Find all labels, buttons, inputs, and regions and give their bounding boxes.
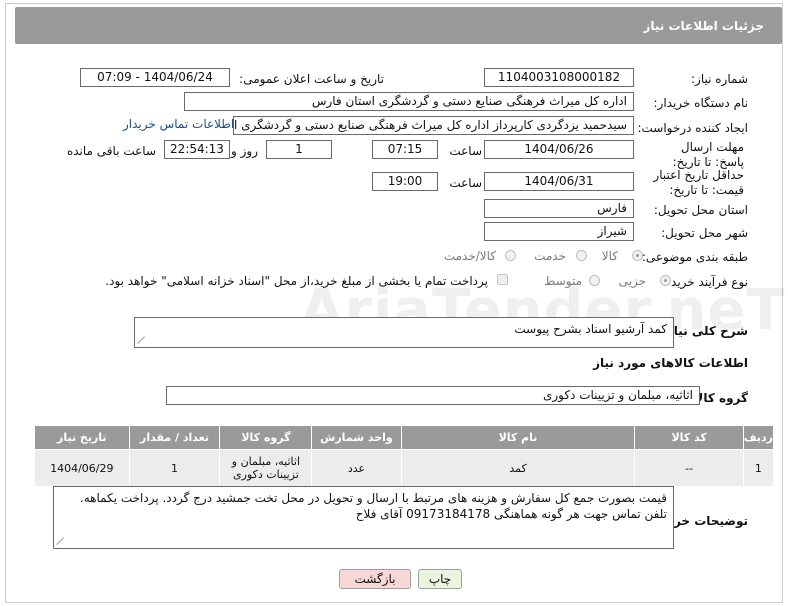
remaining-label: ساعت باقی مانده (66, 144, 156, 158)
price-date-field: 1404/06/31 (484, 172, 634, 191)
process-radio-medium[interactable] (589, 275, 600, 286)
category-option-service: خدمت (534, 249, 566, 263)
cell-qty: 1 (128, 449, 221, 487)
cell-code: -- (634, 449, 744, 487)
announce-field: 1404/06/24 - 07:09 (80, 68, 230, 87)
category-label: طبقه بندی موضوعی: (641, 250, 748, 264)
days-label: روز و (231, 144, 258, 158)
goods-group-field: اثاثیه، مبلمان و تزیینات دکوری (166, 386, 700, 405)
back-button[interactable]: بازگشت (339, 569, 411, 589)
announce-label: تاریخ و ساعت اعلان عمومی: (239, 72, 384, 86)
cell-row: 1 (742, 449, 775, 487)
resize-handle-icon[interactable] (57, 537, 65, 545)
reply-time-label: ساعت (449, 144, 482, 158)
category-radio-service[interactable] (576, 250, 587, 261)
price-time-label: ساعت (449, 176, 482, 190)
table-header-row: ردیف کد کالا نام کالا واحد شمارش گروه کا… (34, 425, 775, 450)
category-option-goods: کالا (601, 249, 618, 263)
price-validity-label: حداقل تاریخ اعتبار قیمت: تا تاریخ: (653, 168, 744, 197)
need-number-label: شماره نیاز: (691, 72, 748, 86)
cell-date: 1404/06/29 (34, 449, 130, 487)
description-label: شرح کلی نیاز: (662, 324, 748, 338)
city-field: شیراز (484, 222, 634, 241)
treasury-checkbox[interactable] (497, 274, 508, 285)
reply-deadline-label: مهلت ارسال پاسخ: تا تاریخ: (672, 140, 744, 169)
price-time-field: 19:00 (372, 172, 438, 191)
col-row-header: ردیف (742, 425, 775, 450)
table-row: 1 -- کمد عدد اثاثیه، مبلمان و تزیینات دک… (34, 449, 775, 487)
creator-label: ایجاد کننده درخواست: (637, 121, 748, 135)
category-option-goods-service: کالا/خدمت (443, 249, 496, 263)
col-date-header: تاریخ نیاز (34, 425, 130, 450)
cell-group: اثاثیه، مبلمان و تزیینات دکوری (219, 449, 313, 487)
province-label: استان محل تحویل: (653, 203, 748, 217)
reply-date-field: 1404/06/26 (484, 140, 634, 159)
category-radio-goods[interactable] (632, 250, 643, 261)
process-radio-minor[interactable] (660, 275, 671, 286)
col-code-header: کد کالا (634, 425, 744, 450)
col-name-header: نام کالا (400, 425, 636, 450)
creator-field: سیدحمید یزدگردی کارپرداز اداره کل میراث … (233, 116, 634, 135)
process-label: نوع فرآیند خرید : (663, 275, 748, 289)
col-group-header: گروه کالا (219, 425, 313, 450)
page-header: جزئیات اطلاعات نیاز (15, 7, 782, 44)
buyer-contact-link[interactable]: اطلاعات تماس خریدار (123, 117, 234, 131)
category-radio-goods-service[interactable] (505, 250, 516, 261)
city-label: شهر محل تحویل: (661, 226, 748, 240)
cell-unit: عدد (311, 449, 402, 487)
buyer-notes-field: قیمت بصورت جمع کل سفارش و هزینه های مرتب… (53, 486, 674, 549)
print-button[interactable]: چاپ (418, 569, 462, 589)
items-table: ردیف کد کالا نام کالا واحد شمارش گروه کا… (34, 425, 775, 487)
cell-name: کمد (400, 449, 636, 487)
process-option-medium: متوسط (544, 274, 582, 288)
description-text: کمد آرشیو اسناد بشرح پیوست (514, 322, 667, 336)
reply-time-field: 07:15 (372, 140, 438, 159)
goods-info-title: اطلاعات کالاهای مورد نیاز (593, 356, 748, 370)
days-field: 1 (266, 140, 332, 159)
need-number-field: 1104003108000182 (484, 68, 634, 87)
col-qty-header: تعداد / مقدار (128, 425, 221, 450)
col-unit-header: واحد شمارش (311, 425, 402, 450)
buyer-notes-text: قیمت بصورت جمع کل سفارش و هزینه های مرتب… (79, 491, 667, 521)
page-title: جزئیات اطلاعات نیاز (643, 19, 764, 33)
process-option-minor: جزیی (618, 274, 646, 288)
description-field: کمد آرشیو اسناد بشرح پیوست (134, 317, 674, 348)
resize-handle-icon[interactable] (138, 336, 146, 344)
remaining-time-field: 22:54:13 (164, 140, 230, 159)
buyer-org-label: نام دستگاه خریدار: (653, 96, 749, 110)
buyer-org-field: اداره کل میراث فرهنگی صنایع دستی و گردشگ… (184, 92, 634, 111)
province-field: فارس (484, 199, 634, 218)
payment-note: پرداخت تمام یا بخشی از مبلغ خرید،از محل … (105, 274, 488, 288)
